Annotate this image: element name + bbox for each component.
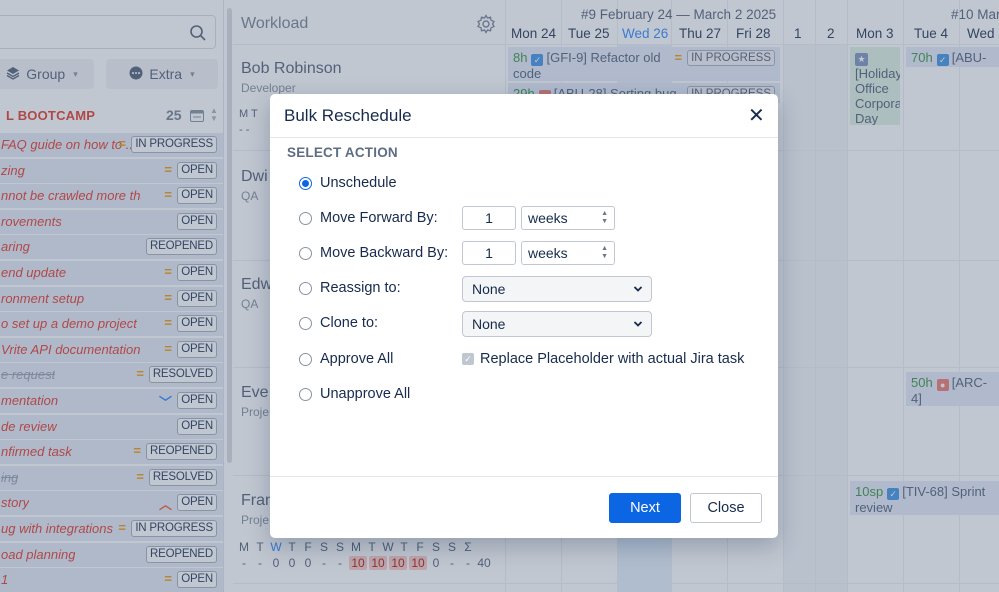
spinner-icon[interactable]: ▲ ▼ [601,210,608,226]
approve-all-radio[interactable] [299,352,312,366]
clone-select[interactable]: None [462,311,652,337]
unschedule-option[interactable]: Unschedule [299,173,397,193]
reassign-select[interactable]: None [462,276,652,302]
reassign-value: None [472,281,506,297]
chevron-down-icon [633,313,643,342]
move-backward-option[interactable]: Move Backward By: [299,243,448,263]
replace-placeholder-checkbox[interactable]: ✓ [462,353,474,365]
spinner-icon[interactable]: ▲ ▼ [601,245,608,261]
clone-radio[interactable] [299,316,312,330]
replace-placeholder-label: Replace Placeholder with actual Jira tas… [480,351,745,367]
reassign-option[interactable]: Reassign to: [299,278,401,298]
unschedule-radio[interactable] [299,176,312,190]
unapprove-all-option[interactable]: Unapprove All [299,384,410,404]
move-forward-option[interactable]: Move Forward By: [299,208,438,228]
approve-all-option[interactable]: Approve All [299,349,393,369]
unapprove-all-radio[interactable] [299,387,312,401]
bulk-reschedule-dialog: Bulk Reschedule ✕ SELECT ACTION Unschedu… [270,94,778,538]
clone-option[interactable]: Clone to: [299,313,378,333]
close-button[interactable]: Close [690,493,762,523]
dialog-title: Bulk Reschedule [284,106,412,125]
reassign-radio[interactable] [299,281,312,295]
approve-all-label: Approve All [320,351,394,367]
move-forward-radio[interactable] [299,211,312,225]
dialog-footer-divider [270,476,778,477]
move-backward-unit-select[interactable]: weeks ▲ ▼ [521,241,615,265]
clone-value: None [472,316,506,332]
move-backward-label: Move Backward By: [320,245,449,261]
move-forward-unit-select[interactable]: weeks ▲ ▼ [521,206,615,230]
unschedule-label: Unschedule [320,175,397,191]
reassign-label: Reassign to: [320,280,401,296]
move-forward-amount-input[interactable]: 1 [462,206,516,230]
move-backward-radio[interactable] [299,246,312,260]
move-backward-amount-input[interactable]: 1 [462,241,516,265]
unapprove-all-label: Unapprove All [320,386,411,402]
move-backward-unit-value: weeks [528,245,568,261]
chevron-down-icon [633,278,643,307]
clone-label: Clone to: [320,315,379,331]
next-button[interactable]: Next [609,493,681,523]
replace-placeholder-checkbox-row[interactable]: ✓ Replace Placeholder with actual Jira t… [462,351,744,367]
close-icon[interactable]: ✕ [748,106,765,126]
dialog-header: Bulk Reschedule ✕ [270,94,778,138]
select-action-label: SELECT ACTION [287,145,398,160]
move-forward-label: Move Forward By: [320,210,438,226]
move-forward-unit-value: weeks [528,210,568,226]
